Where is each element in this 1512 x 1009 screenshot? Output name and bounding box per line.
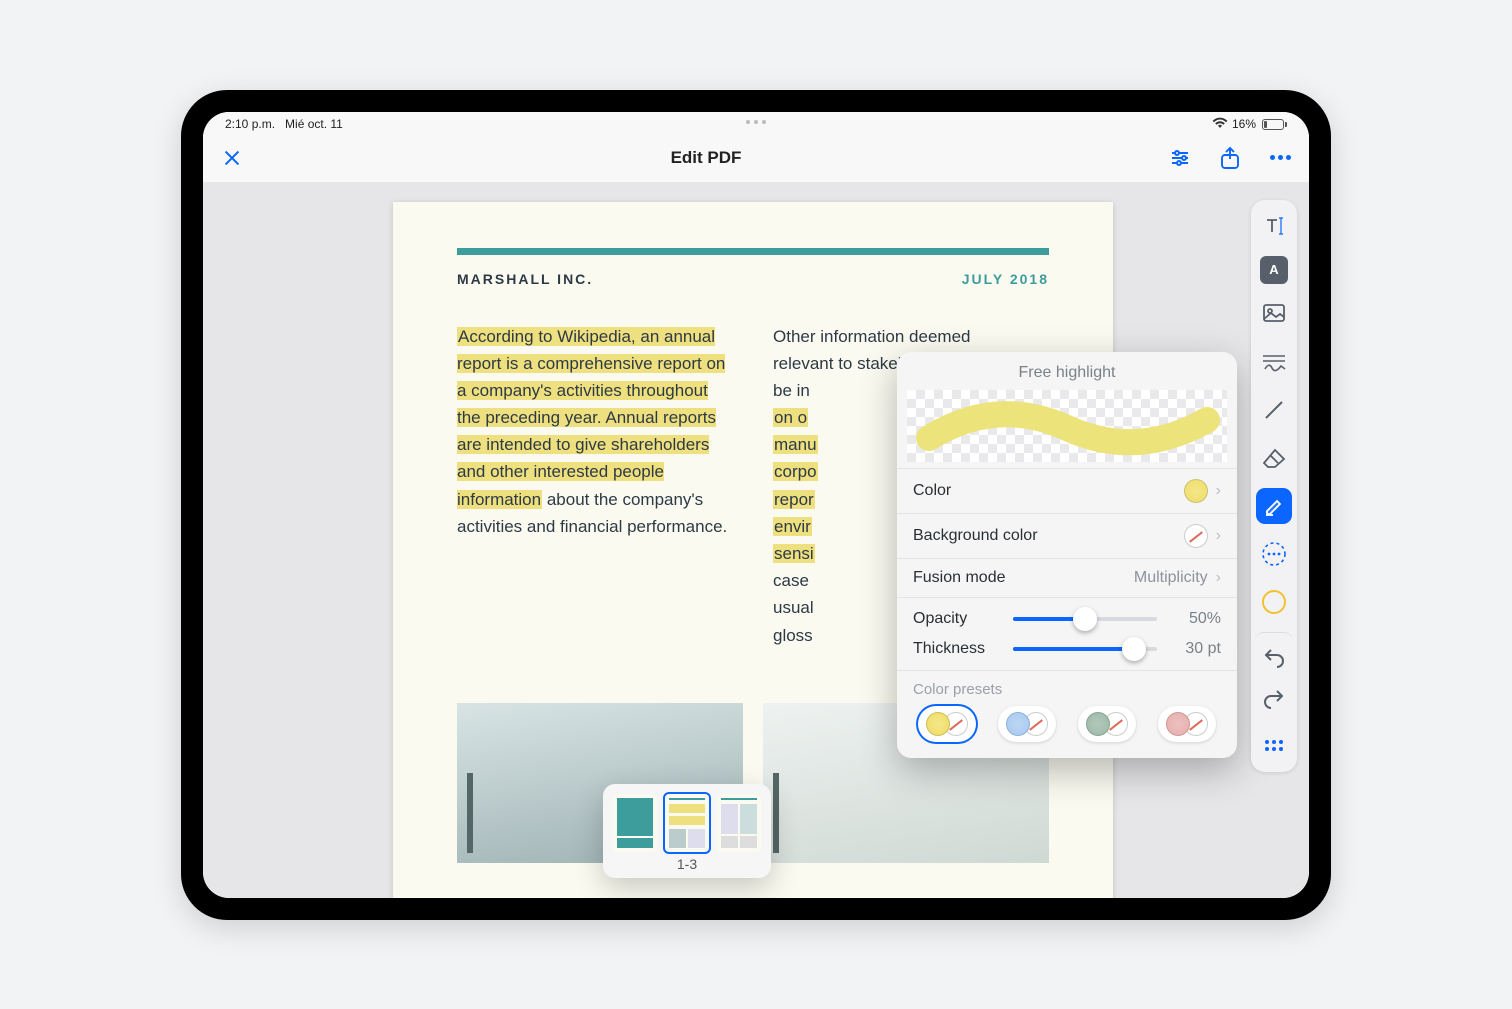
page-range-label: 1-3 [677, 856, 697, 872]
background-color-row[interactable]: Background color › [897, 513, 1237, 558]
annotation-toolbar: A [1251, 200, 1297, 772]
thickness-value: 30 pt [1171, 640, 1221, 658]
more-button[interactable] [1265, 143, 1295, 173]
doc-company: MARSHALL INC. [457, 271, 593, 287]
signature-tool[interactable] [1256, 344, 1292, 380]
more-icon [1270, 155, 1291, 160]
opacity-slider[interactable] [1013, 617, 1157, 621]
presets-label: Color presets [897, 670, 1237, 702]
toolbar-handle[interactable] [1256, 728, 1292, 764]
header-rule [457, 248, 1049, 255]
chevron-right-icon: › [1216, 569, 1221, 587]
stroke-preview [907, 390, 1227, 462]
chevron-right-icon: › [1216, 482, 1221, 500]
color-row[interactable]: Color › [897, 468, 1237, 513]
color-preset-1[interactable] [918, 706, 976, 742]
color-label: Color [913, 482, 951, 500]
fusion-mode-value: Multiplicity [1134, 569, 1208, 587]
top-toolbar: Edit PDF [203, 134, 1309, 182]
multitask-grabber-icon[interactable] [746, 120, 766, 124]
color-preset-3[interactable] [1078, 706, 1136, 742]
highlighter-tool[interactable] [1256, 488, 1292, 524]
fusion-mode-label: Fusion mode [913, 569, 1006, 587]
background-color-label: Background color [913, 527, 1038, 545]
page-thumbnails: 1-3 [603, 784, 771, 878]
current-color-indicator[interactable] [1256, 584, 1292, 620]
color-preset-2[interactable] [998, 706, 1056, 742]
page-thumb-1[interactable] [613, 794, 657, 852]
color-preset-4[interactable] [1158, 706, 1216, 742]
thickness-label: Thickness [913, 640, 999, 658]
highlight-settings-popover: Free highlight Color › Background color … [897, 352, 1237, 758]
status-date: Mié oct. 11 [285, 117, 343, 131]
color-ring-icon [1262, 590, 1286, 614]
line-tool[interactable] [1256, 392, 1292, 428]
column-left: According to Wikipedia, an annual report… [457, 323, 733, 649]
page-thumb-3[interactable] [717, 794, 761, 852]
popover-title: Free highlight [897, 352, 1237, 390]
highlighted-text: According to Wikipedia, an annual report… [457, 327, 725, 509]
image-tool[interactable] [1256, 296, 1292, 332]
battery-percent: 16% [1232, 117, 1256, 131]
undo-button[interactable] [1255, 632, 1293, 668]
opacity-label: Opacity [913, 610, 999, 628]
textbox-tool[interactable]: A [1260, 256, 1288, 284]
page-title: Edit PDF [247, 148, 1165, 168]
wifi-icon [1212, 117, 1228, 132]
redo-button[interactable] [1256, 680, 1292, 716]
document-viewport[interactable]: MARSHALL INC. JULY 2018 According to Wik… [203, 182, 1309, 898]
grid-icon [1265, 740, 1283, 751]
close-button[interactable] [217, 143, 247, 173]
fusion-mode-row[interactable]: Fusion mode Multiplicity › [897, 558, 1237, 597]
eraser-tool[interactable] [1256, 440, 1292, 476]
more-annotations-tool[interactable] [1256, 536, 1292, 572]
text-tool[interactable] [1256, 208, 1292, 244]
color-swatch-icon [1184, 479, 1208, 503]
chevron-right-icon: › [1216, 527, 1221, 545]
opacity-value: 50% [1171, 610, 1221, 628]
share-icon[interactable] [1215, 143, 1245, 173]
settings-sliders-icon[interactable] [1165, 143, 1195, 173]
status-time: 2:10 p.m. [225, 117, 275, 131]
thickness-slider[interactable] [1013, 647, 1157, 651]
no-color-swatch-icon [1184, 524, 1208, 548]
battery-icon [1260, 119, 1287, 130]
page-thumb-2[interactable] [665, 794, 709, 852]
doc-date: JULY 2018 [962, 271, 1049, 287]
